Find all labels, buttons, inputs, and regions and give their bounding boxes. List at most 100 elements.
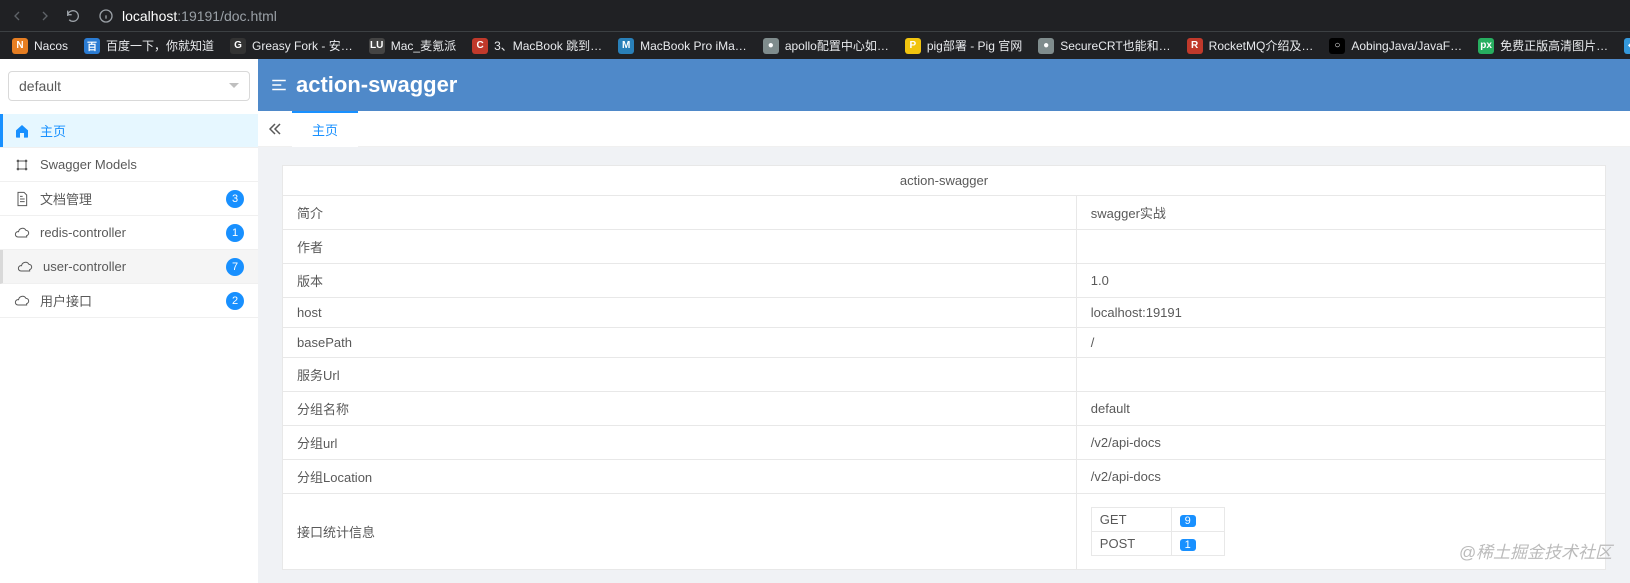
cloud-icon <box>14 225 30 241</box>
bookmark-label: Mac_麦氪派 <box>391 37 456 54</box>
bookmark-label: apollo配置中心如… <box>785 37 889 54</box>
app-header: action-swagger <box>258 59 1630 111</box>
bookmark-favicon: ● <box>763 38 779 54</box>
info-row-value: /v2/api-docs <box>1076 426 1605 460</box>
tab-home[interactable]: 主页 <box>292 111 358 146</box>
bookmark-favicon: N <box>12 38 28 54</box>
bookmark-item[interactable]: 百百度一下，你就知道 <box>78 34 220 57</box>
info-row-value: /v2/api-docs <box>1076 460 1605 494</box>
info-row: 版本1.0 <box>283 264 1606 298</box>
bookmark-label: Nacos <box>34 39 68 53</box>
bookmark-label: 免费正版高清图片… <box>1500 37 1608 54</box>
bookmark-favicon: ○ <box>1329 38 1345 54</box>
bookmark-favicon: R <box>1187 38 1203 54</box>
bookmark-item[interactable]: LU Mac_麦氪派 <box>363 34 462 57</box>
bookmark-item[interactable]: ◆后端程序员必备：… <box>1618 34 1630 57</box>
home-icon <box>14 123 30 139</box>
count-badge: 3 <box>226 190 244 208</box>
collapse-tabs-button[interactable] <box>258 111 292 146</box>
info-row-label: 分组Location <box>283 460 1077 494</box>
sidebar-item-label: redis-controller <box>40 225 126 240</box>
bookmark-favicon: px <box>1478 38 1494 54</box>
bookmark-favicon: M <box>618 38 634 54</box>
bookmark-favicon: ◆ <box>1624 38 1630 54</box>
bookmark-item[interactable]: C 3、MacBook 跳到… <box>466 34 608 57</box>
info-icon <box>98 8 114 24</box>
info-row-label: 接口统计信息 <box>283 494 1077 570</box>
group-select[interactable]: default <box>8 71 250 101</box>
sidebar-item[interactable]: Swagger Models <box>0 148 258 182</box>
count-badge: 1 <box>226 224 244 242</box>
info-table-title: action-swagger <box>283 166 1606 196</box>
info-row-value: localhost:19191 <box>1076 298 1605 328</box>
info-row-label: 版本 <box>283 264 1077 298</box>
bookmark-item[interactable]: Ppig部署 - Pig 官网 <box>899 34 1028 57</box>
bookmark-item[interactable]: ● apollo配置中心如… <box>757 34 895 57</box>
sidebar-item-label: 用户接口 <box>40 291 92 310</box>
stats-count-cell: 9 <box>1171 508 1224 532</box>
sidebar-item[interactable]: user-controller 7 <box>0 250 258 284</box>
info-table: action-swagger 简介swagger实战作者版本1.0hostloc… <box>282 165 1606 570</box>
info-row-value <box>1076 230 1605 264</box>
main-area: action-swagger 主页 action-swagger 简介swagg… <box>258 59 1630 583</box>
bookmark-label: 3、MacBook 跳到… <box>494 37 602 54</box>
sidebar-item-label: 主页 <box>40 121 66 140</box>
bookmark-label: RocketMQ介绍及… <box>1209 37 1314 54</box>
info-row: 服务Url <box>283 358 1606 392</box>
sidebar-item-label: Swagger Models <box>40 157 137 172</box>
bookmark-item[interactable]: GGreasy Fork - 安… <box>224 34 359 57</box>
bookmark-item[interactable]: px 免费正版高清图片… <box>1472 34 1614 57</box>
sidebar-item[interactable]: redis-controller 1 <box>0 216 258 250</box>
bookmark-favicon: G <box>230 38 246 54</box>
sidebar-item[interactable]: 主页 <box>0 114 258 148</box>
sidebar-item-label: 文档管理 <box>40 189 92 208</box>
reload-button[interactable] <box>64 7 82 25</box>
bookmark-label: pig部署 - Pig 官网 <box>927 37 1022 54</box>
tabs-bar: 主页 <box>258 111 1630 147</box>
stats-count-cell: 1 <box>1171 532 1224 556</box>
forward-button[interactable] <box>36 7 54 25</box>
info-row-label: 服务Url <box>283 358 1077 392</box>
info-row-label: 简介 <box>283 196 1077 230</box>
info-row-value: / <box>1076 328 1605 358</box>
bookmark-item[interactable]: ○AobingJava/JavaF… <box>1323 35 1468 57</box>
group-select-value: default <box>19 78 61 94</box>
sidebar-item[interactable]: 文档管理 3 <box>0 182 258 216</box>
stats-method: GET <box>1091 508 1171 532</box>
watermark: @稀土掘金技术社区 <box>1459 538 1612 563</box>
bookmark-favicon: 百 <box>84 38 100 54</box>
stats-count-badge: 9 <box>1180 515 1196 527</box>
content-panel: action-swagger 简介swagger实战作者版本1.0hostloc… <box>258 147 1630 583</box>
info-row-label: 作者 <box>283 230 1077 264</box>
app-title: action-swagger <box>296 72 457 98</box>
count-badge: 7 <box>226 258 244 276</box>
doc-icon <box>14 191 30 207</box>
info-row-label: 分组url <box>283 426 1077 460</box>
info-row-label: host <box>283 298 1077 328</box>
bookmark-item[interactable]: R RocketMQ介绍及… <box>1181 34 1320 57</box>
info-row-value <box>1076 358 1605 392</box>
tab-label: 主页 <box>312 120 338 139</box>
cloud-icon <box>17 259 33 275</box>
bookmark-favicon: C <box>472 38 488 54</box>
address-bar[interactable]: localhost:19191/doc.html <box>92 8 1622 24</box>
browser-toolbar: localhost:19191/doc.html <box>0 0 1630 31</box>
cloud-icon <box>14 293 30 309</box>
info-row-label: 分组名称 <box>283 392 1077 426</box>
stats-count-badge: 1 <box>1180 539 1196 551</box>
info-row-value: default <box>1076 392 1605 426</box>
info-row-stats: 接口统计信息GET9POST1 <box>283 494 1606 570</box>
info-row: 分组名称default <box>283 392 1606 426</box>
sidebar-item-label: user-controller <box>43 259 126 274</box>
info-row: 简介swagger实战 <box>283 196 1606 230</box>
bookmark-item[interactable]: N Nacos <box>6 35 74 57</box>
bookmark-favicon: P <box>905 38 921 54</box>
bookmark-favicon: LU <box>369 38 385 54</box>
sidebar-item[interactable]: 用户接口2 <box>0 284 258 318</box>
bookmark-item[interactable]: ●SecureCRT也能和… <box>1032 34 1176 57</box>
menu-toggle-icon[interactable] <box>270 76 288 94</box>
bookmark-item[interactable]: MMacBook Pro iMa… <box>612 35 753 57</box>
stats-table: GET9POST1 <box>1091 507 1225 556</box>
back-button[interactable] <box>8 7 26 25</box>
bookmark-favicon: ● <box>1038 38 1054 54</box>
